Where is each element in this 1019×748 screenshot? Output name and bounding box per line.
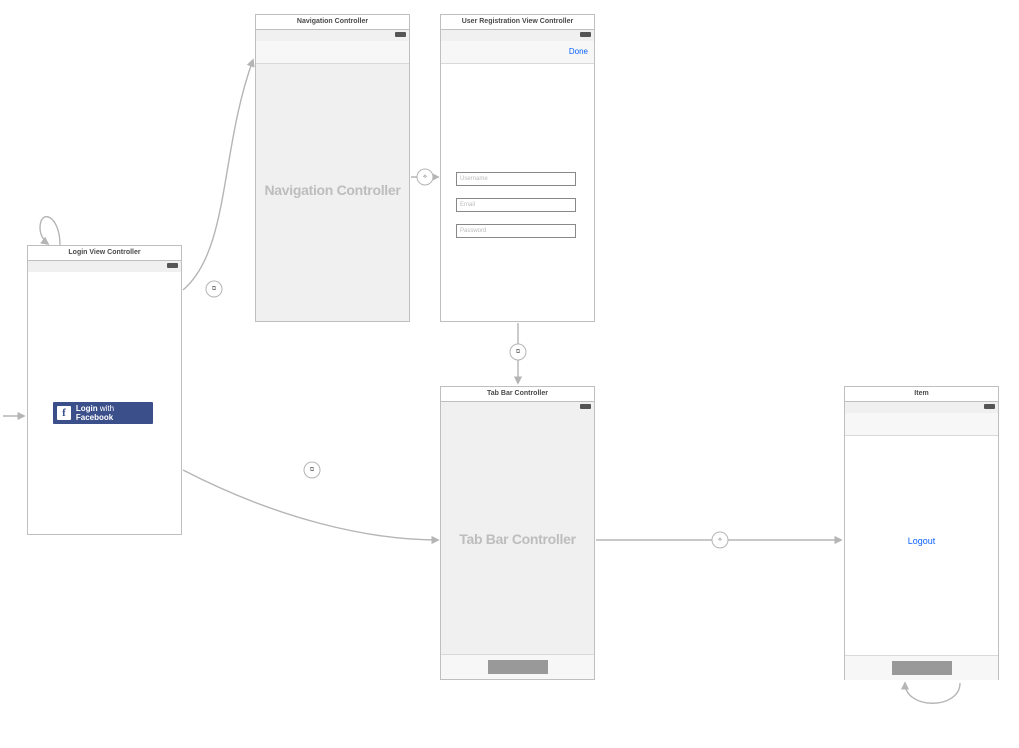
tab-bar <box>845 655 998 680</box>
segue-login-to-nav <box>183 60 253 290</box>
scene-item[interactable]: Item Logout <box>844 386 999 680</box>
scene-user-registration[interactable]: User Registration View Controller Done U… <box>440 14 595 322</box>
tab-bar-item[interactable] <box>488 660 548 674</box>
scene-title: Item <box>845 387 998 402</box>
password-field[interactable]: Password <box>456 224 576 238</box>
email-field[interactable]: Email <box>456 198 576 212</box>
relationship-badge-glyph: ⟡ <box>423 174 427 180</box>
logout-button[interactable]: Logout <box>845 536 998 546</box>
item-self-loop <box>905 683 960 703</box>
battery-icon <box>580 404 591 409</box>
login-self-loop <box>40 217 60 245</box>
scene-title: Tab Bar Controller <box>441 387 594 402</box>
facebook-login-button[interactable]: f Login with Facebook <box>53 402 153 424</box>
status-bar <box>845 402 998 413</box>
battery-icon <box>167 263 178 268</box>
container-placeholder-label: Tab Bar Controller <box>441 531 594 547</box>
facebook-login-label: Login with Facebook <box>76 404 153 422</box>
segue-login-to-tabbar <box>183 470 438 540</box>
battery-icon <box>984 404 995 409</box>
status-bar <box>28 261 181 272</box>
battery-icon <box>395 32 406 37</box>
scene-title: Login View Controller <box>28 246 181 261</box>
scene-login[interactable]: Login View Controller f Login with Faceb… <box>27 245 182 535</box>
relationship-badge-glyph: ⟡ <box>718 537 722 543</box>
segue-badge-glyph: ⧉ <box>516 349 521 355</box>
scene-navigation-controller[interactable]: Navigation Controller Navigation Control… <box>255 14 410 322</box>
container-placeholder-label: Navigation Controller <box>256 182 409 198</box>
done-button[interactable]: Done <box>569 41 588 63</box>
status-bar <box>256 30 409 41</box>
scene-title: User Registration View Controller <box>441 15 594 30</box>
battery-icon <box>580 32 591 37</box>
navigation-bar: Done <box>441 41 594 64</box>
tab-bar-item[interactable] <box>892 661 952 675</box>
status-bar <box>441 402 594 413</box>
status-bar <box>441 30 594 41</box>
username-field[interactable]: Username <box>456 172 576 186</box>
tab-bar <box>441 654 594 679</box>
navigation-bar <box>845 413 998 436</box>
navigation-bar <box>256 41 409 64</box>
scene-title: Navigation Controller <box>256 15 409 30</box>
scene-tab-bar-controller[interactable]: Tab Bar Controller Tab Bar Controller <box>440 386 595 680</box>
segue-badge-glyph: ⧉ <box>212 286 217 292</box>
segue-badge-glyph: ⧉ <box>310 467 315 473</box>
facebook-icon: f <box>57 406 71 420</box>
